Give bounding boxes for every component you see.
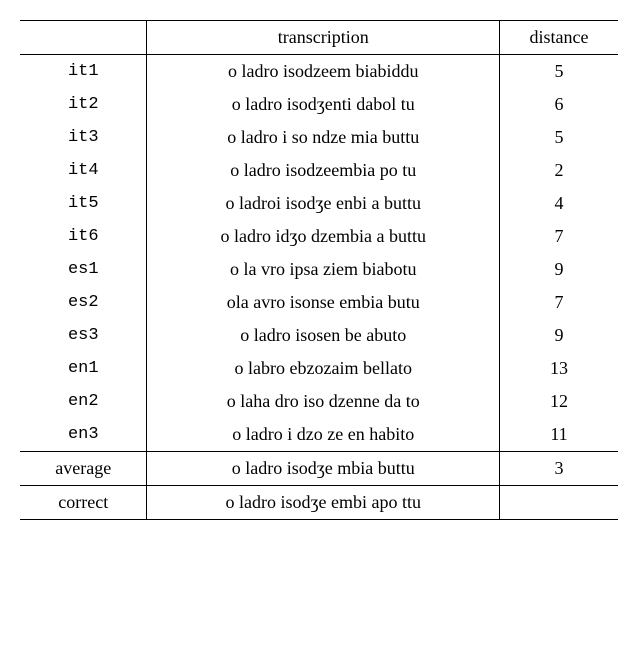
row-distance: 9 [500, 319, 619, 352]
transcription-table: transcription distance it1o ladro isodze… [20, 20, 618, 520]
table-row: it5o ladroi isodʒe enbi a buttu4 [20, 187, 618, 220]
row-id: en1 [20, 352, 147, 385]
header-distance: distance [500, 21, 619, 55]
table-row: es2ola avro isonse embia butu7 [20, 286, 618, 319]
row-distance: 6 [500, 88, 619, 121]
row-label: correct [20, 486, 147, 520]
row-distance: 4 [500, 187, 619, 220]
row-transcription: o ladro isosen be abuto [147, 319, 500, 352]
header-id [20, 21, 147, 55]
row-label: average [20, 452, 147, 486]
row-id: it1 [20, 55, 147, 89]
row-id: es2 [20, 286, 147, 319]
row-id: es1 [20, 253, 147, 286]
row-distance: 2 [500, 154, 619, 187]
row-id: es3 [20, 319, 147, 352]
table-row-average: average o ladro isodʒe mbia buttu 3 [20, 452, 618, 486]
row-distance: 11 [500, 418, 619, 452]
table-row: it1o ladro isodzeem biabiddu5 [20, 55, 618, 89]
table-row: en3o ladro i dzo ze en habito11 [20, 418, 618, 452]
row-distance: 5 [500, 121, 619, 154]
row-id: it2 [20, 88, 147, 121]
table-row: en1o labro ebzozaim bellato13 [20, 352, 618, 385]
row-transcription: o laha dro iso dzenne da to [147, 385, 500, 418]
row-id: en2 [20, 385, 147, 418]
header-transcription: transcription [147, 21, 500, 55]
row-id: it6 [20, 220, 147, 253]
table-row: it6o ladro idʒo dzembia a buttu7 [20, 220, 618, 253]
table-row: it4o ladro isodzeembia po tu2 [20, 154, 618, 187]
table-row: it3o ladro i so ndze mia buttu5 [20, 121, 618, 154]
row-distance: 7 [500, 286, 619, 319]
table-row: en2o laha dro iso dzenne da to12 [20, 385, 618, 418]
table-row: it2o ladro isodʒenti dabol tu6 [20, 88, 618, 121]
row-transcription: o ladro isodzeembia po tu [147, 154, 500, 187]
row-transcription: o la vro ipsa ziem biabotu [147, 253, 500, 286]
row-id: it4 [20, 154, 147, 187]
row-transcription: ola avro isonse embia butu [147, 286, 500, 319]
row-transcription: o ladro isodʒe mbia buttu [147, 452, 500, 486]
row-id: it5 [20, 187, 147, 220]
row-transcription: o ladro i dzo ze en habito [147, 418, 500, 452]
row-distance: 3 [500, 452, 619, 486]
table-header-row: transcription distance [20, 21, 618, 55]
row-transcription: o ladro idʒo dzembia a buttu [147, 220, 500, 253]
row-distance: 9 [500, 253, 619, 286]
row-distance: 12 [500, 385, 619, 418]
row-transcription: o labro ebzozaim bellato [147, 352, 500, 385]
row-transcription: o ladro i so ndze mia buttu [147, 121, 500, 154]
row-id: en3 [20, 418, 147, 452]
row-distance: 13 [500, 352, 619, 385]
table-row-correct: correct o ladro isodʒe embi apo ttu [20, 486, 618, 520]
row-id: it3 [20, 121, 147, 154]
table-row: es1o la vro ipsa ziem biabotu9 [20, 253, 618, 286]
row-transcription: o ladroi isodʒe enbi a buttu [147, 187, 500, 220]
row-distance: 7 [500, 220, 619, 253]
table-row: es3o ladro isosen be abuto9 [20, 319, 618, 352]
row-transcription: o ladro isodʒenti dabol tu [147, 88, 500, 121]
row-distance: 5 [500, 55, 619, 89]
row-transcription: o ladro isodzeem biabiddu [147, 55, 500, 89]
row-transcription: o ladro isodʒe embi apo ttu [147, 486, 500, 520]
row-distance [500, 486, 619, 520]
